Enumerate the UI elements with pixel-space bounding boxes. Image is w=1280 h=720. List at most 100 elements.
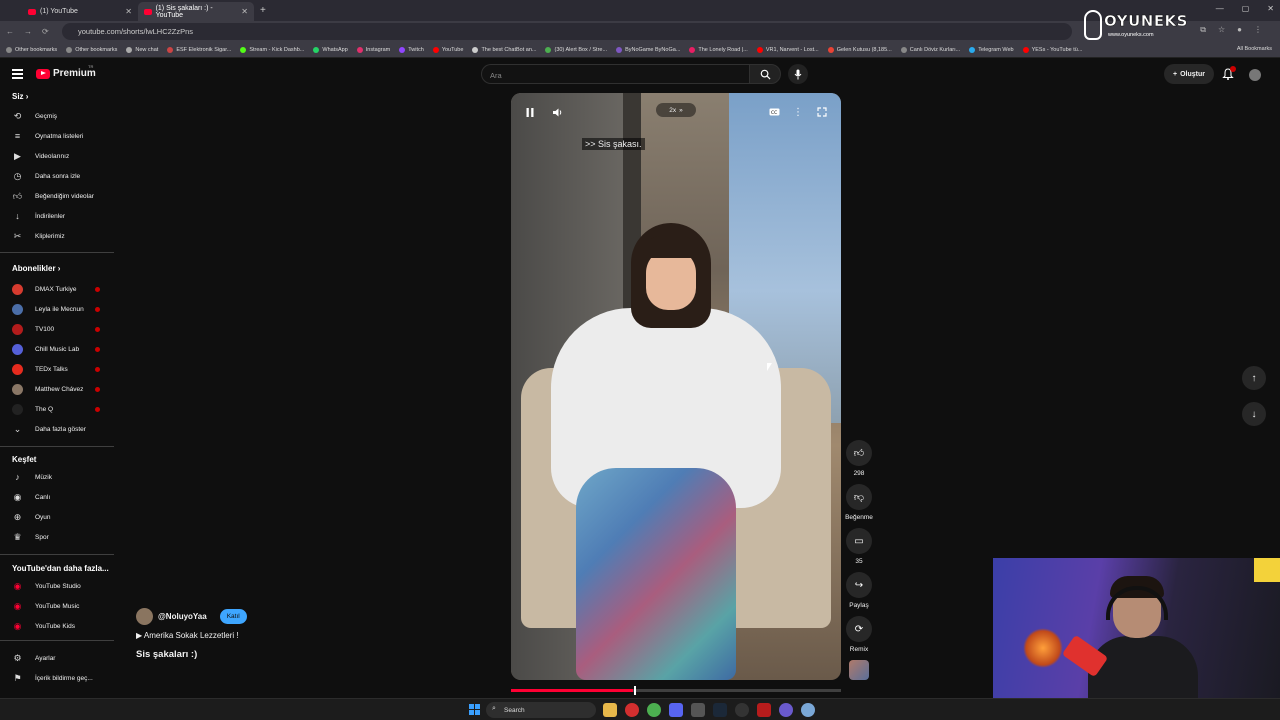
subscription-item[interactable]: Matthew Chávez (0, 380, 114, 398)
bookmark-item[interactable]: Gelen Kutusu (8,185... (827, 46, 892, 53)
bookmark-item[interactable]: Canlı Döviz Kurları... (900, 46, 960, 53)
steam-icon[interactable] (713, 703, 727, 717)
more-options-button[interactable]: ⋮ (791, 105, 805, 119)
back-icon[interactable]: ← (6, 27, 14, 36)
obs-icon[interactable] (735, 703, 749, 717)
show-more-button[interactable]: ⌄ Daha fazla göster (0, 420, 114, 438)
bookmark-item[interactable]: Stream - Kick Dashb... (240, 46, 304, 53)
bookmark-item[interactable]: YESs - YouTube tü... (1022, 46, 1082, 53)
discord-icon[interactable] (669, 703, 683, 717)
channel-handle[interactable]: @NoluyoYaa (158, 612, 207, 621)
next-short-button[interactable]: ↓ (1242, 402, 1266, 426)
shorts-video-player[interactable]: 2x » CC ⋮ >> Sis şakası. (511, 93, 841, 680)
subscription-item[interactable]: Leyla ile Mecnun (0, 300, 114, 318)
bookmark-item[interactable]: Instagram (356, 46, 390, 53)
app-icon[interactable] (691, 703, 705, 717)
bookmark-item[interactable]: YouTube (432, 46, 463, 53)
windows-start-icon[interactable] (469, 704, 480, 715)
app-icon[interactable] (779, 703, 793, 717)
youtube-app-item[interactable]: ◉ YouTube Studio (0, 577, 114, 595)
reload-icon[interactable]: ⟳ (42, 27, 49, 36)
you-section-title[interactable]: Siz › (12, 92, 28, 101)
bookmark-item[interactable]: Telegram Web (969, 46, 1014, 53)
all-bookmarks-button[interactable]: All Bookmarks (1237, 46, 1272, 52)
sound-thumbnail[interactable] (849, 660, 869, 680)
subscription-item[interactable]: TEDx Talks (0, 360, 114, 378)
bookmark-item[interactable]: The Lonely Road |... (689, 46, 748, 53)
join-button[interactable]: Katıl (219, 609, 247, 624)
sidebar-item-video[interactable]: ▶ Videolarınız (0, 147, 114, 165)
tab-shorts[interactable]: (1) Sis şakaları :) - YouTube ✕ (138, 2, 254, 21)
tab-youtube[interactable]: (1) YouTube ✕ (22, 2, 138, 21)
subscription-item[interactable]: The Q (0, 400, 114, 418)
opera-icon[interactable] (625, 703, 639, 717)
sidebar-item-playlist[interactable]: ≡ Oynatma listeleri (0, 127, 114, 145)
report-history-item[interactable]: ⚑ İçerik bildirme geç... (0, 669, 114, 687)
search-input[interactable]: Ara (481, 64, 749, 84)
youtube-app-item[interactable]: ◉ YouTube Kids (0, 617, 114, 635)
sidebar-item-scissors[interactable]: ✂ Kliplerimiz (0, 227, 114, 245)
bookmark-item[interactable]: ESF Elektronik Sigar... (167, 46, 231, 53)
search-button[interactable] (749, 64, 781, 84)
bookmark-item[interactable]: WhatsApp (313, 46, 348, 53)
bookmark-item[interactable]: Twitch (399, 46, 424, 53)
minimize-icon[interactable]: — (1216, 4, 1224, 13)
voice-search-button[interactable] (788, 64, 808, 84)
menu-icon[interactable]: ⋮ (1254, 25, 1262, 35)
sidebar-item-history[interactable]: ⟲ Geçmiş (0, 107, 114, 125)
bookmark-item[interactable]: ByNoGame ByNoGa... (616, 46, 680, 53)
subscriptions-section-title[interactable]: Abonelikler › (12, 264, 60, 273)
profile-icon[interactable]: ● (1237, 25, 1242, 35)
like-button[interactable]: 👍︎ 298 (845, 440, 873, 477)
taskbar-search[interactable]: ⌕ Search (486, 702, 596, 718)
sidebar-item-clock[interactable]: ◷ Daha sonra izle (0, 167, 114, 185)
remix-button[interactable]: ⟳ Remix (845, 616, 873, 653)
bookmark-item[interactable]: The best ChatBot an... (472, 46, 536, 53)
playlist-link[interactable]: ▶ Amerika Sokak Lezzetleri ! (136, 631, 396, 640)
maximize-icon[interactable]: ▢ (1242, 4, 1250, 13)
youtube-logo[interactable]: Premium TR (36, 64, 96, 79)
pause-button[interactable] (523, 105, 537, 119)
sidebar-item-thumbs-up[interactable]: 👍︎ Beğendiğim videolar (0, 187, 114, 205)
subscription-item[interactable]: Chill Music Lab (0, 340, 114, 358)
hamburger-menu-icon[interactable] (12, 69, 23, 79)
extension-icon[interactable]: ⧉ (1200, 25, 1206, 35)
record-icon[interactable] (757, 703, 771, 717)
bookmark-item[interactable]: Other bookmarks (66, 46, 117, 53)
url-field[interactable]: youtube.com/shorts/lwLHC2ZzPns (62, 23, 1072, 40)
settings-item[interactable]: ⚙ Ayarlar (0, 649, 114, 667)
subscription-item[interactable]: DMAX Turkiye (0, 280, 114, 298)
fullscreen-button[interactable] (815, 105, 829, 119)
file-explorer-icon[interactable] (603, 703, 617, 717)
bookmark-item[interactable]: Other bookmarks (6, 46, 57, 53)
chrome-icon[interactable] (647, 703, 661, 717)
forward-icon[interactable]: → (24, 27, 32, 36)
progress-thumb[interactable] (634, 686, 636, 695)
account-avatar[interactable] (1249, 69, 1261, 81)
new-tab-icon[interactable]: + (260, 5, 266, 16)
video-progress-bar[interactable] (511, 689, 841, 692)
sidebar-item-download[interactable]: ↓ İndirilenler (0, 207, 114, 225)
bookmark-item[interactable]: New chat (126, 46, 158, 53)
share-button[interactable]: ↪ Paylaş (845, 572, 873, 609)
explore-item[interactable]: ♪ Müzik (0, 468, 114, 486)
create-button[interactable]: + Oluştur (1164, 64, 1214, 84)
subscription-item[interactable]: TV100 (0, 320, 114, 338)
explore-item[interactable]: ◉ Canlı (0, 488, 114, 506)
comments-button[interactable]: ▭ 35 (845, 528, 873, 565)
close-tab-icon[interactable]: ✕ (241, 7, 248, 16)
close-window-icon[interactable]: ✕ (1267, 4, 1274, 13)
explore-item[interactable]: ♛ Spor (0, 528, 114, 546)
captions-button[interactable]: CC (767, 105, 781, 119)
dislike-button[interactable]: 👎︎ Beğenme (845, 484, 873, 521)
previous-short-button[interactable]: ↑ (1242, 366, 1266, 390)
bookmark-item[interactable]: VR1, Narvent - Lost... (756, 46, 819, 53)
bookmark-star-icon[interactable]: ☆ (1218, 25, 1225, 35)
settings-app-icon[interactable] (801, 703, 815, 717)
close-tab-icon[interactable]: ✕ (125, 7, 132, 16)
youtube-app-item[interactable]: ◉ YouTube Music (0, 597, 114, 615)
explore-item[interactable]: ⊕ Oyun (0, 508, 114, 526)
volume-button[interactable] (551, 105, 565, 119)
channel-avatar[interactable] (136, 608, 153, 625)
bookmark-item[interactable]: (30) Alert Box / Stre... (545, 46, 607, 53)
